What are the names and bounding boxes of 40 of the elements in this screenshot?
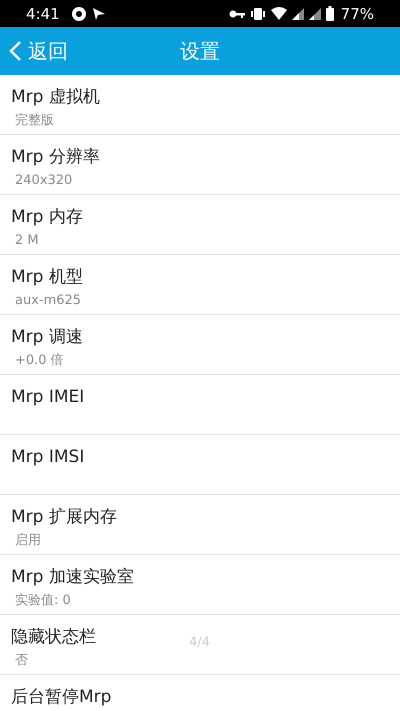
chevron-left-icon xyxy=(8,40,22,62)
setting-value: 完整版 xyxy=(14,112,54,130)
setting-title: Mrp 调速 xyxy=(11,326,83,348)
setting-title: 隐藏状态栏 xyxy=(11,626,96,648)
setting-title: 后台暂停Mrp xyxy=(11,686,112,708)
setting-title: Mrp IMSI xyxy=(11,446,84,468)
page-title: 设置 xyxy=(180,38,220,64)
battery-percent: 77% xyxy=(340,4,374,22)
setting-value: +0.0 倍 xyxy=(14,352,64,370)
settings-item[interactable]: Mrp 内存 2 M xyxy=(0,195,400,255)
settings-item[interactable]: Mrp 分辨率 240x320 xyxy=(0,135,400,195)
status-time: 4:41 xyxy=(26,4,60,22)
wifi-icon xyxy=(270,6,287,20)
setting-title: Mrp 加速实验室 xyxy=(11,566,134,588)
send-icon xyxy=(92,6,106,20)
key-icon xyxy=(228,8,245,18)
setting-value: 启用 xyxy=(14,532,41,550)
settings-item[interactable]: Mrp IMSI xyxy=(0,435,400,495)
setting-value: aux-m625 xyxy=(14,292,82,310)
settings-item[interactable]: Mrp 机型 aux-m625 xyxy=(0,255,400,315)
setting-title: Mrp 内存 xyxy=(11,206,83,228)
settings-item[interactable]: 后台暂停Mrp xyxy=(0,675,400,711)
setting-value: 实验值: 0 xyxy=(14,592,71,610)
setting-title: Mrp 虚拟机 xyxy=(11,86,100,108)
settings-item[interactable]: Mrp 调速 +0.0 倍 xyxy=(0,315,400,375)
settings-item[interactable]: Mrp 扩展内存 启用 xyxy=(0,495,400,555)
vibrate-icon xyxy=(250,6,266,20)
signal-icon xyxy=(308,8,321,20)
settings-item[interactable]: Mrp 虚拟机 完整版 xyxy=(0,75,400,135)
settings-item[interactable]: Mrp 加速实验室 实验值: 0 xyxy=(0,555,400,615)
setting-value: 240x320 xyxy=(14,172,72,190)
setting-title: Mrp 分辨率 xyxy=(11,146,100,168)
settings-item[interactable]: Mrp IMEI xyxy=(0,375,400,435)
setting-value: 2 M xyxy=(14,232,39,250)
setting-title: Mrp 扩展内存 xyxy=(11,506,117,528)
setting-value: 否 xyxy=(14,652,28,670)
setting-title: Mrp 机型 xyxy=(11,266,83,288)
setting-title: Mrp IMEI xyxy=(11,386,84,408)
battery-icon xyxy=(326,6,334,21)
signal-icon xyxy=(292,8,304,20)
